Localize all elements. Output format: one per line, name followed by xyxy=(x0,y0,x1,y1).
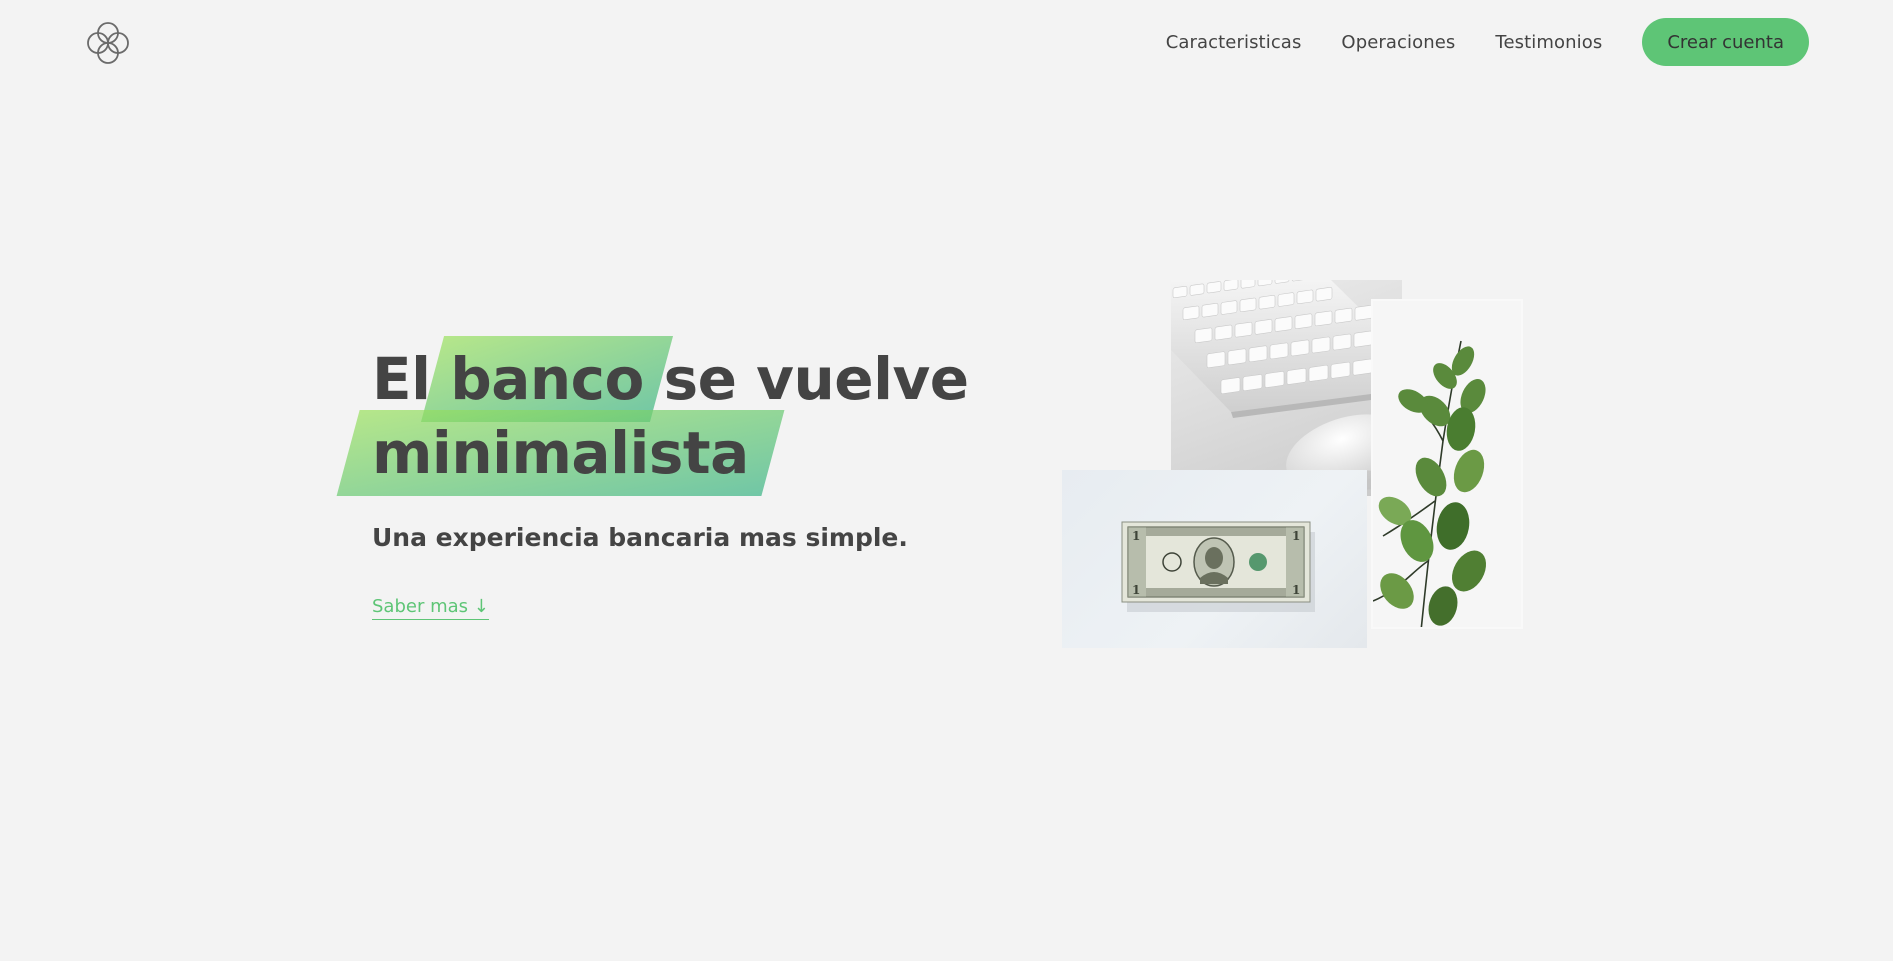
keyboard-illustration xyxy=(1171,280,1402,490)
plant-illustration xyxy=(1373,340,1487,627)
nav-link-operaciones[interactable]: Operaciones xyxy=(1341,32,1455,53)
logo-icon[interactable] xyxy=(84,19,132,67)
hero-title-word: El xyxy=(372,345,431,413)
keyboard-mouse-photo xyxy=(1171,280,1402,496)
hero-title: El banco se vuelve minimalista xyxy=(372,342,969,490)
hero-title-highlight-banco: banco xyxy=(450,342,644,416)
svg-text:1: 1 xyxy=(1292,583,1300,597)
page: Caracteristicas Operaciones Testimonios … xyxy=(0,0,1893,961)
svg-text:1: 1 xyxy=(1132,583,1140,597)
dollar-bill-illustration: 1 1 1 1 xyxy=(1121,521,1315,612)
hero-subtitle: Una experiencia bancaria mas simple. xyxy=(372,523,908,552)
svg-text:1: 1 xyxy=(1132,529,1140,543)
nav-link-caracteristicas[interactable]: Caracteristicas xyxy=(1166,32,1302,53)
plant-photo xyxy=(1371,299,1523,629)
hero-title-word: se vuelve xyxy=(663,345,970,413)
svg-text:1: 1 xyxy=(1292,529,1300,543)
dollar-bill-photo: 1 1 1 1 xyxy=(1062,470,1367,648)
learn-more-link[interactable]: Saber mas ↓ xyxy=(372,596,489,620)
nav-link-testimonios[interactable]: Testimonios xyxy=(1495,32,1602,53)
hero-title-highlight-minimalista: minimalista xyxy=(372,416,749,490)
main-nav: Caracteristicas Operaciones Testimonios … xyxy=(1166,18,1809,66)
create-account-button[interactable]: Crear cuenta xyxy=(1642,18,1809,66)
